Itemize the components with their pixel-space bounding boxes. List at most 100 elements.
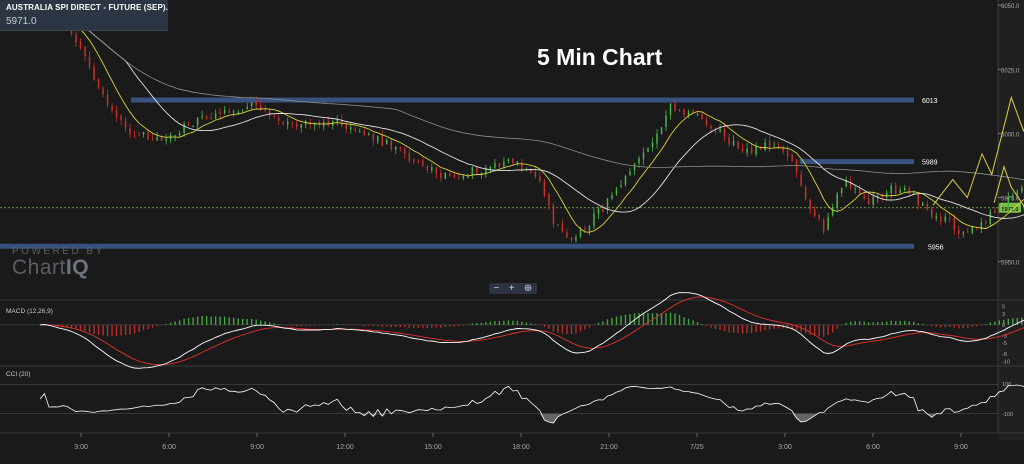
candle-down	[498, 163, 501, 167]
macd-histogram-bar	[377, 324, 379, 327]
candle-up	[746, 148, 748, 153]
x-tick-label: 15:00	[424, 444, 442, 451]
macd-histogram-bar	[151, 324, 154, 328]
candle-down	[777, 145, 780, 147]
candle-down	[958, 229, 960, 234]
macd-histogram-bar	[890, 320, 892, 325]
macd-histogram-bar	[908, 321, 910, 325]
macd-histogram-bar	[998, 320, 1001, 325]
candle-up	[174, 135, 176, 137]
macd-histogram-bar	[642, 312, 645, 325]
candle-up	[665, 115, 667, 128]
price-tick-label: 6000.0	[1001, 132, 1020, 138]
zoom-reset-button[interactable]: ⊕	[524, 283, 532, 294]
macd-histogram-bar	[332, 324, 334, 326]
macd-histogram-bar	[282, 324, 284, 326]
candle-down	[264, 109, 266, 111]
candle-up	[872, 196, 874, 205]
zoom-out-button[interactable]: −	[494, 283, 500, 294]
candle-up	[696, 113, 699, 115]
x-tick-label: 6:00	[162, 444, 176, 451]
x-tick-label: 18:00	[512, 444, 530, 451]
candle-up	[192, 125, 194, 127]
macd-histogram-bar	[426, 324, 429, 329]
candle-up	[611, 195, 613, 199]
candle-down	[723, 128, 726, 137]
macd-histogram-bar	[714, 324, 717, 330]
candle-down	[476, 167, 478, 174]
macd-histogram-bar	[327, 324, 329, 326]
macd-histogram-bar	[372, 324, 374, 327]
macd-histogram-bar	[287, 324, 289, 326]
candle-up	[579, 230, 582, 237]
macd-histogram-bar	[534, 324, 537, 325]
macd-tick-label: -5	[1002, 341, 1007, 347]
macd-histogram-bar	[395, 324, 397, 327]
candle-up	[350, 127, 352, 130]
macd-histogram-bar	[836, 324, 838, 329]
candle-up	[575, 236, 577, 241]
candle-down	[422, 160, 424, 166]
macd-histogram-bar	[530, 323, 532, 325]
candle-down	[115, 110, 118, 117]
macd-histogram-bar	[296, 324, 298, 327]
macd-histogram-bar	[602, 321, 604, 325]
x-tick-label: 21:00	[600, 444, 618, 451]
candle-up	[890, 185, 892, 194]
candle-up	[395, 146, 397, 150]
candle-down	[512, 158, 514, 163]
macd-histogram-bar	[318, 324, 320, 326]
candle-down	[940, 216, 942, 222]
macd-histogram-bar	[196, 316, 199, 325]
candle-down	[566, 232, 568, 238]
macd-histogram-bar	[273, 323, 275, 325]
zoom-in-button[interactable]: +	[509, 283, 515, 294]
macd-histogram-bar	[386, 324, 388, 327]
candle-down	[818, 214, 820, 219]
chart-canvas[interactable]: 5950.05975.06000.06025.06050.03:00 6:00 9:…	[0, 0, 1024, 459]
candle-down	[345, 124, 348, 130]
macd-histogram-bar	[214, 316, 217, 325]
candle-down	[849, 180, 852, 189]
candle-down	[813, 209, 816, 216]
annotation-title: 5 Min Chart	[537, 44, 663, 70]
candle-down	[822, 219, 825, 232]
macd-histogram-bar	[768, 324, 771, 330]
macd-histogram-bar	[913, 321, 915, 325]
macd-histogram-bar	[183, 318, 185, 325]
macd-histogram-bar	[579, 324, 582, 332]
macd-histogram-bar	[755, 324, 757, 333]
macd-histogram-bar	[971, 324, 973, 327]
candle-down	[106, 94, 109, 106]
macd-histogram-bar	[160, 324, 163, 326]
macd-histogram-bar	[692, 320, 694, 325]
macd-histogram-bar	[849, 321, 852, 325]
macd-histogram-bar	[759, 324, 762, 332]
macd-histogram-bar	[314, 324, 316, 326]
candle-down	[88, 56, 91, 68]
watermark-logo: ChartIQ	[12, 256, 105, 280]
price-tick-label: 5950.0	[1001, 261, 1020, 267]
macd-histogram-bar	[88, 324, 91, 333]
candle-up	[624, 176, 627, 185]
macd-histogram-bar	[241, 318, 244, 325]
macd-histogram-bar	[922, 323, 924, 325]
macd-histogram-bar	[701, 323, 703, 325]
candle-up	[606, 198, 609, 210]
candle-down	[413, 159, 415, 162]
candle-down	[282, 122, 284, 124]
candle-up	[669, 103, 672, 115]
candle-down	[277, 118, 280, 121]
level-label-6013: 6013	[922, 98, 938, 105]
candle-down	[926, 203, 929, 210]
macd-histogram-bar	[940, 324, 942, 328]
macd-histogram-bar	[205, 316, 208, 325]
macd-histogram-bar	[665, 313, 667, 325]
candle-down	[768, 141, 771, 147]
macd-histogram-bar	[246, 319, 248, 325]
macd-histogram-bar	[79, 324, 82, 331]
macd-histogram-bar	[345, 324, 347, 326]
macd-histogram-bar	[917, 323, 919, 325]
macd-histogram-bar	[831, 324, 834, 333]
macd-histogram-bar	[467, 324, 469, 326]
